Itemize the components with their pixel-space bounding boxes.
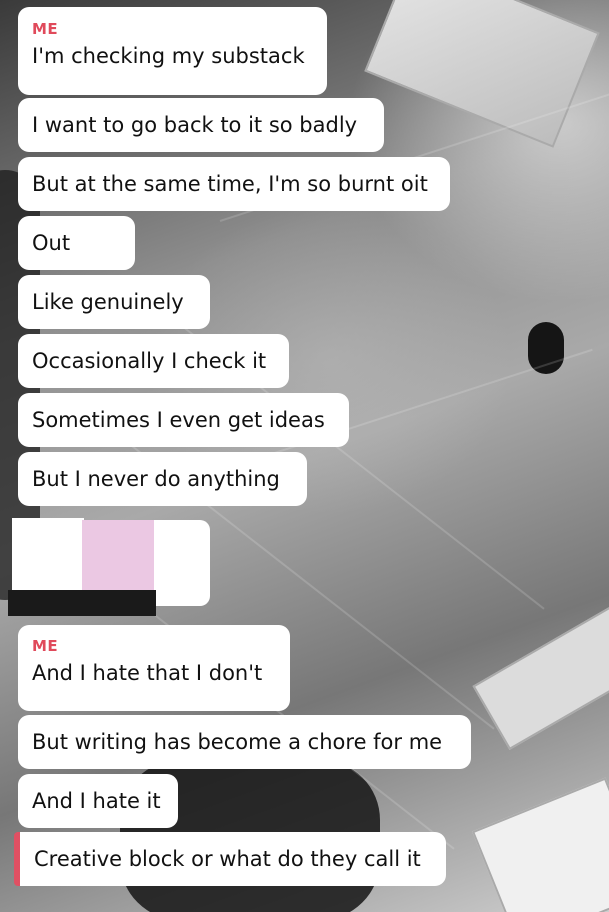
redaction-pink	[82, 520, 154, 592]
redacted-message	[8, 514, 210, 616]
redaction-black	[8, 590, 156, 616]
message-bubble: Occasionally I check it	[18, 334, 289, 388]
message-text: Occasionally I check it	[32, 349, 267, 373]
message-text: But I never do anything	[32, 467, 280, 491]
message-bubble-highlighted: Creative block or what do they call it	[14, 832, 446, 886]
message-bubble: ME I'm checking my substack	[18, 7, 327, 95]
message-bubble: I want to go back to it so badly	[18, 98, 384, 152]
floor-edge-2	[472, 777, 609, 912]
message-bubble: Like genuinely	[18, 275, 210, 329]
message-bubble: Out	[18, 216, 135, 270]
sender-label: ME	[32, 637, 59, 655]
message-text: Sometimes I even get ideas	[32, 408, 325, 432]
redaction-white-right	[152, 520, 210, 606]
message-text: I want to go back to it so badly	[32, 113, 358, 137]
message-bubble: But at the same time, I'm so burnt oit	[18, 157, 450, 211]
message-text: Like genuinely	[32, 290, 184, 314]
message-bubble: Sometimes I even get ideas	[18, 393, 349, 447]
message-bubble: And I hate it	[18, 774, 178, 828]
message-bubble: But I never do anything	[18, 452, 307, 506]
message-bubble: But writing has become a chore for me	[18, 715, 471, 769]
message-text: Creative block or what do they call it	[34, 847, 421, 871]
message-text: I'm checking my substack	[32, 44, 305, 68]
message-text: And I hate that I don't	[32, 661, 263, 685]
message-bubble: ME And I hate that I don't	[18, 625, 290, 711]
sender-label: ME	[32, 20, 59, 38]
message-text: But at the same time, I'm so burnt oit	[32, 172, 428, 196]
message-text: And I hate it	[32, 789, 161, 813]
dark-shoe	[528, 322, 564, 374]
cardboard-box	[364, 0, 600, 148]
message-text: But writing has become a chore for me	[32, 730, 443, 754]
redaction-white-left	[12, 518, 84, 590]
message-text: Out	[32, 231, 71, 255]
